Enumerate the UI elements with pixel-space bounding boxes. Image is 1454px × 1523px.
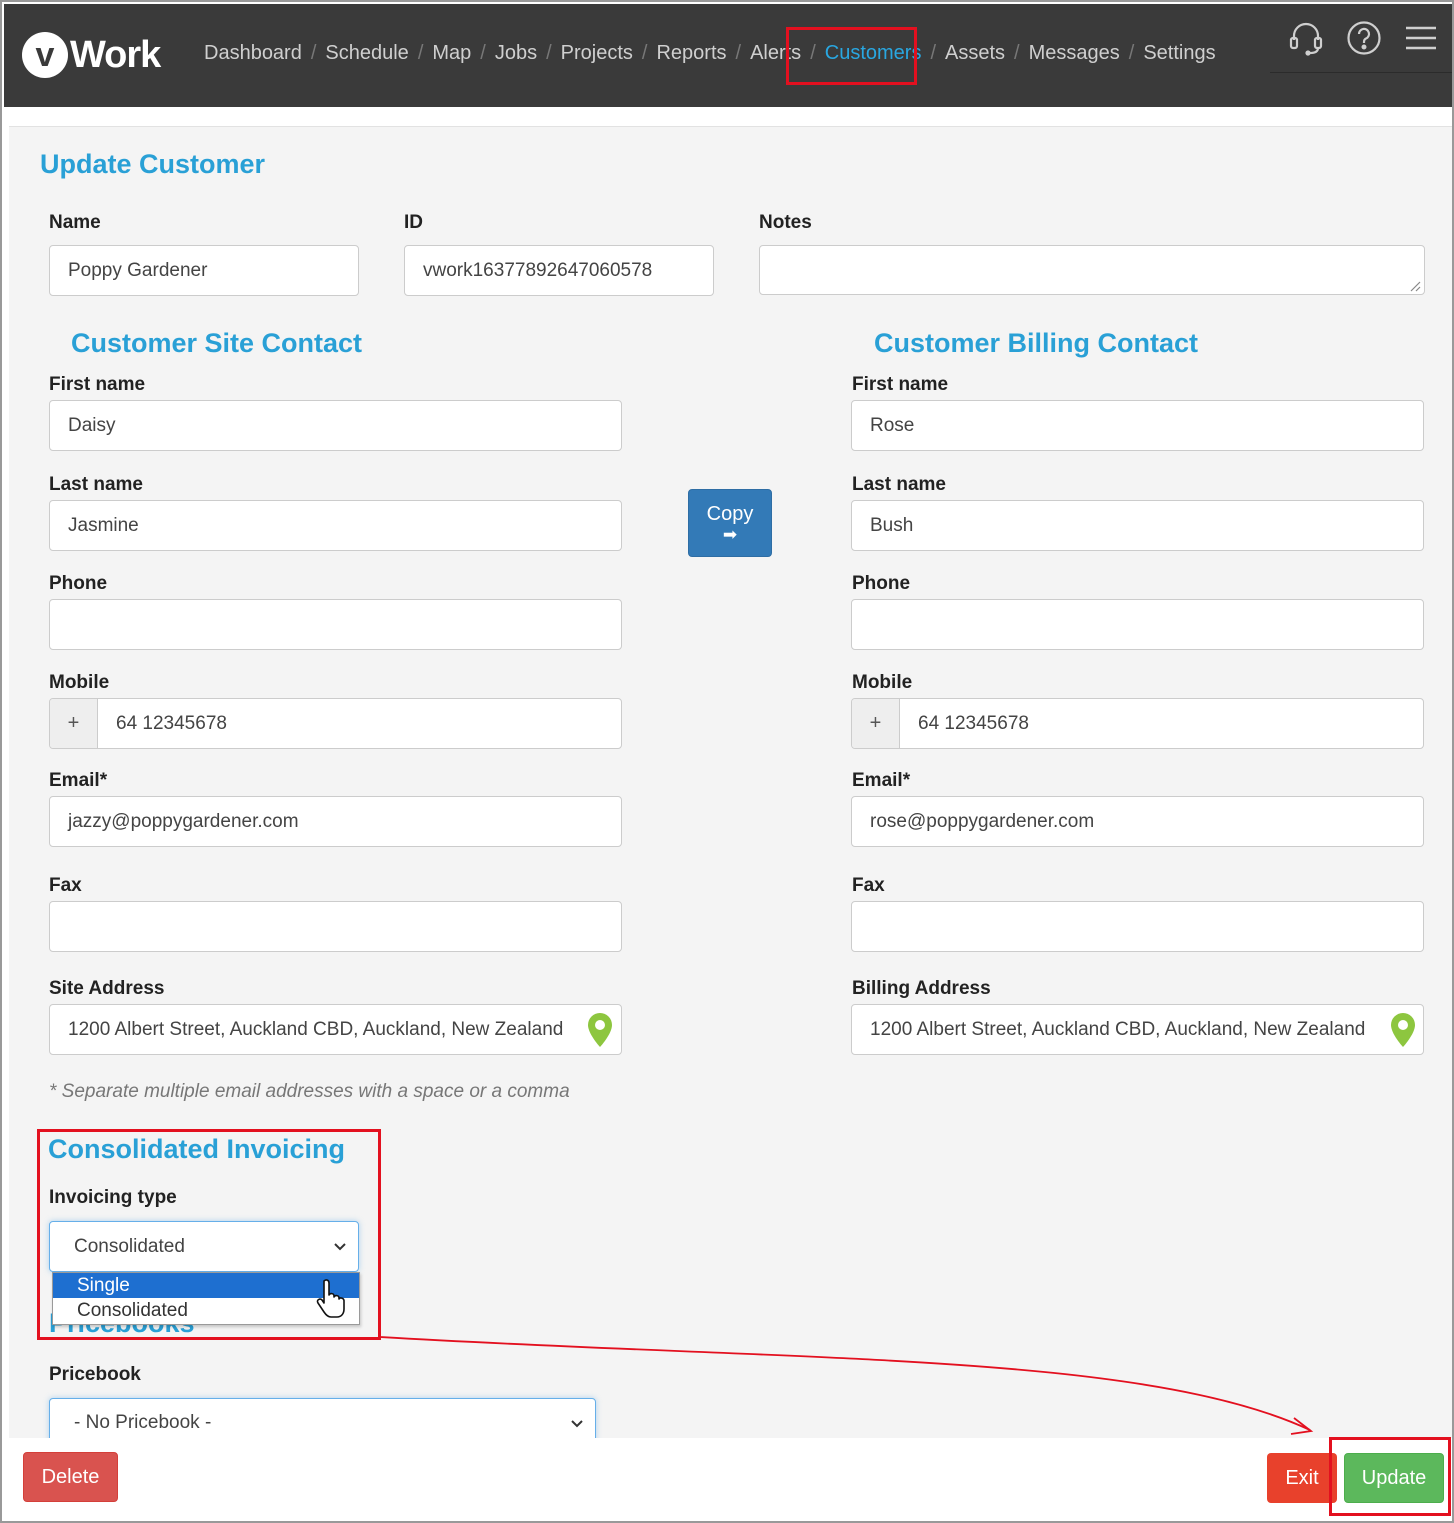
app-window: v Work Dashboard / Schedule / Map / Jobs / P… [0, 0, 1454, 1523]
annotation-arrow [379, 1336, 1314, 1435]
